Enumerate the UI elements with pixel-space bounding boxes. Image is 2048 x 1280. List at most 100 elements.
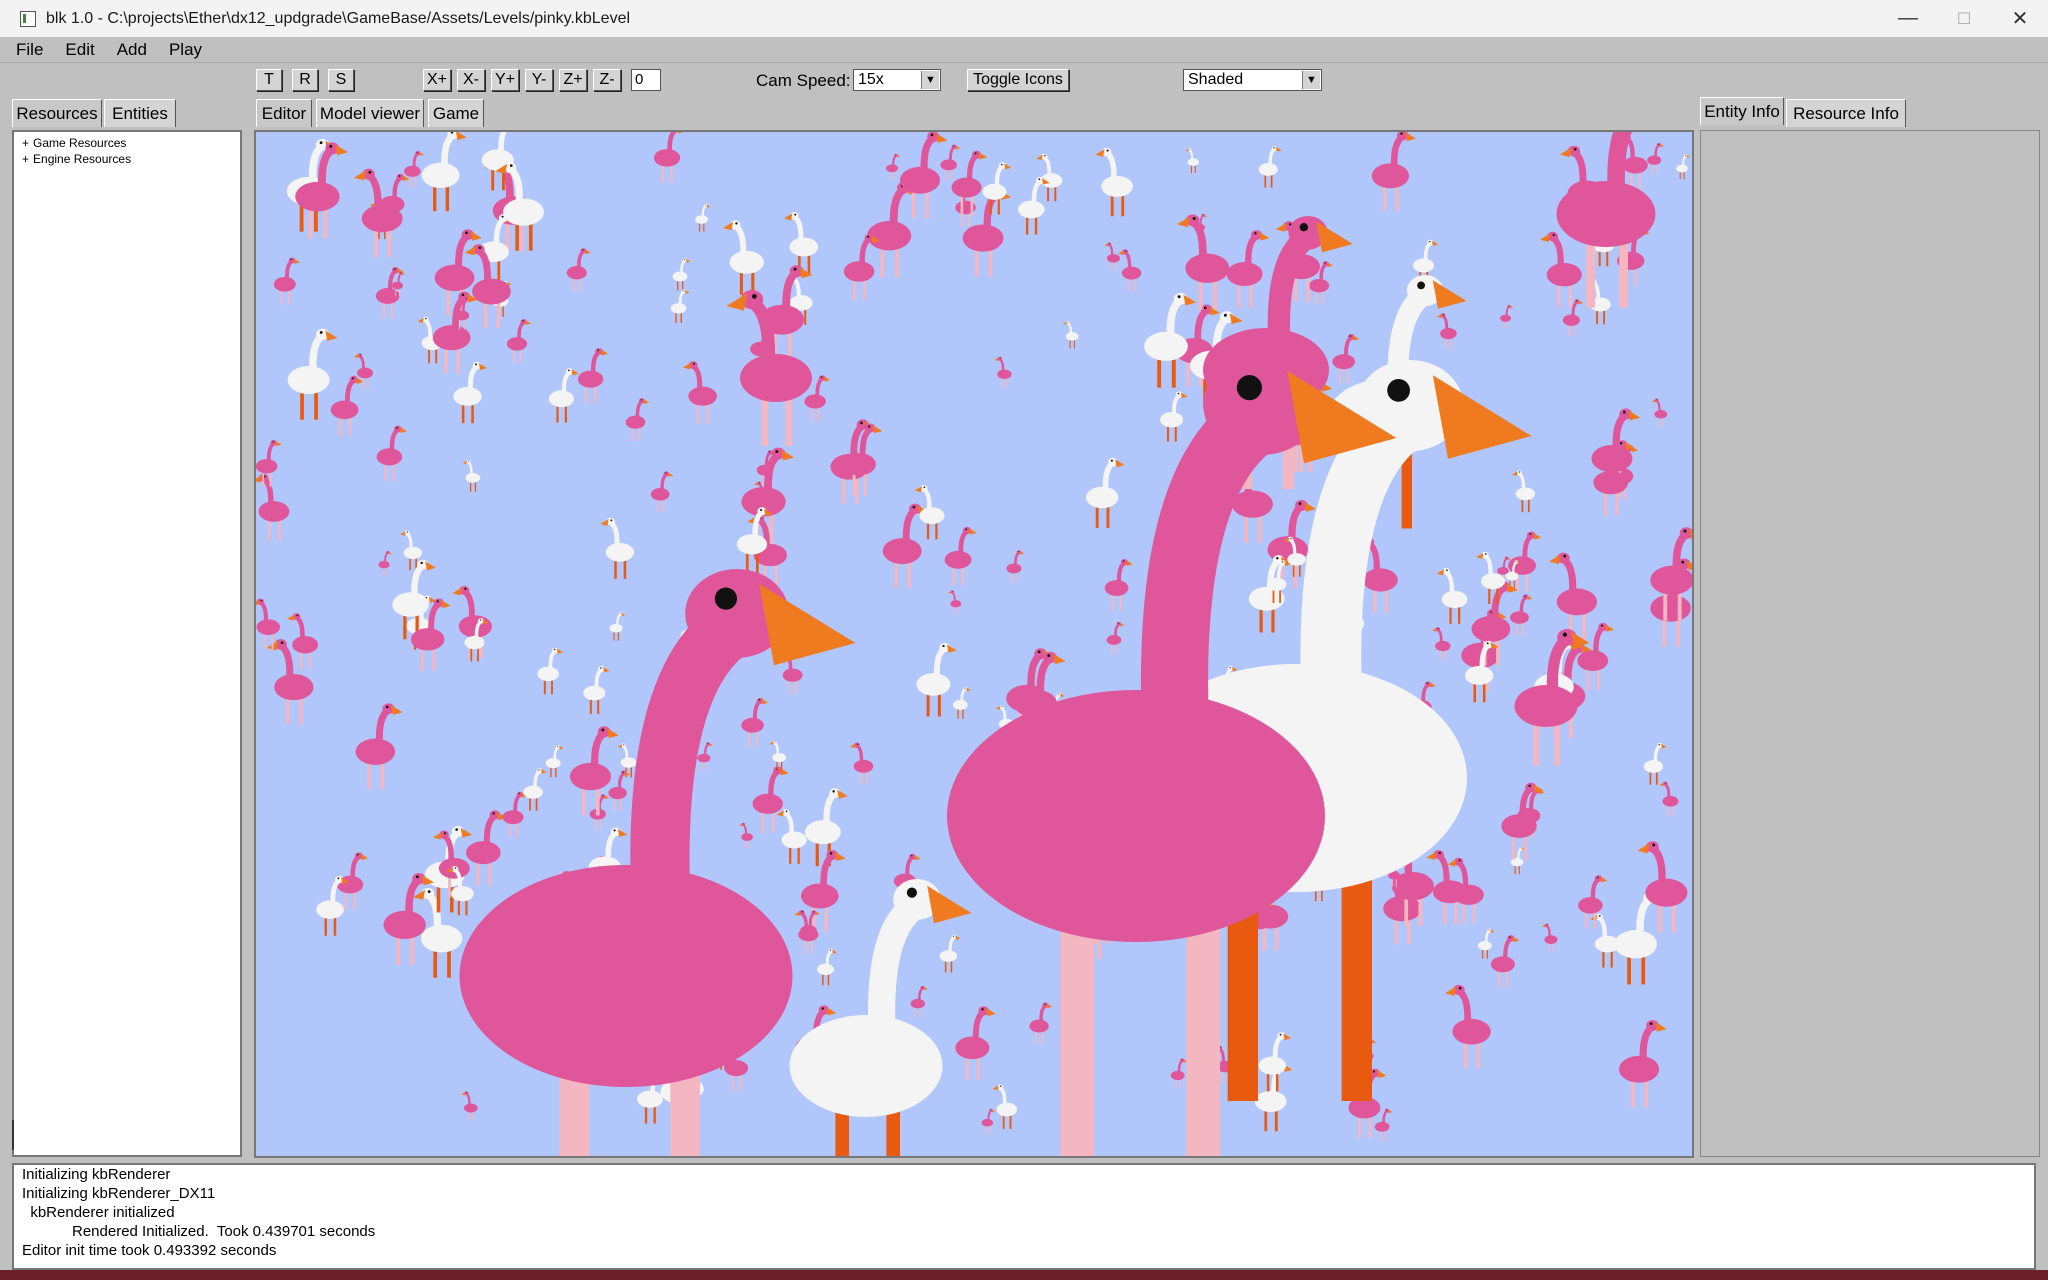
tab-entities[interactable]: Entities: [104, 99, 176, 127]
flamingo-model: [842, 423, 883, 496]
title-bar: blk 1.0 - C:\projects\Ether\dx12_updgrad…: [0, 0, 2048, 38]
tab-model-viewer[interactable]: Model viewer: [316, 99, 424, 127]
flamingo-model: [1541, 923, 1558, 953]
flamingo-model: [404, 150, 424, 188]
tree-item-game-resources[interactable]: + Game Resources: [14, 135, 240, 151]
goose-model: [1086, 457, 1125, 528]
goose-model: [784, 212, 819, 274]
flamingo-model: [1637, 841, 1688, 933]
scale-button[interactable]: S: [328, 69, 354, 91]
z-minus-button[interactable]: Z-: [593, 69, 621, 91]
flamingo-model: [378, 550, 392, 576]
axis-value-input[interactable]: 0: [631, 69, 661, 91]
goose-model: [537, 647, 564, 695]
tab-game[interactable]: Game: [428, 99, 484, 127]
maximize-button[interactable]: ☐: [1936, 0, 1992, 37]
chevron-down-icon: ▼: [1302, 71, 1320, 89]
tab-resource-info[interactable]: Resource Info: [1786, 99, 1906, 127]
goose-model: [1512, 470, 1536, 513]
flamingo-model: [432, 291, 478, 374]
goose-model: [992, 1084, 1018, 1129]
z-plus-button[interactable]: Z+: [559, 69, 587, 91]
flamingo-model: [981, 1108, 996, 1134]
goose-model: [287, 328, 338, 420]
x-plus-button[interactable]: X+: [423, 69, 451, 91]
expand-icon[interactable]: +: [22, 152, 29, 166]
flamingo-model: [867, 181, 920, 278]
flamingo-model: [577, 348, 609, 404]
flamingo-model: [1647, 142, 1664, 174]
toggle-icons-button[interactable]: Toggle Icons: [967, 69, 1069, 91]
rotate-button[interactable]: R: [292, 69, 318, 91]
goose-model: [617, 743, 637, 778]
flamingo-model: [1510, 594, 1533, 636]
goose-model: [583, 666, 610, 714]
goose-model: [600, 517, 635, 579]
goose-model: [421, 132, 467, 212]
entity-info-panel: [1700, 130, 2040, 1157]
flamingo-model: [608, 770, 631, 811]
goose-model: [1676, 154, 1690, 180]
goose-model: [1643, 742, 1667, 785]
toolbar: T R S X+ X- Y+ Y- Z+ Z- 0 Cam Speed: 15x…: [0, 63, 2048, 95]
goose-model: [545, 744, 564, 778]
tree-item-label: Game Resources: [33, 136, 127, 150]
menu-edit[interactable]: Edit: [54, 40, 105, 60]
log-line: Editor init time took 0.493392 seconds: [22, 1242, 277, 1259]
tab-editor[interactable]: Editor: [256, 99, 312, 127]
goose-model: [1185, 148, 1199, 173]
flamingo-model: [1445, 984, 1491, 1068]
goose-model: [916, 642, 957, 717]
goose-model: [1258, 145, 1282, 188]
cam-speed-select[interactable]: 15x ▼: [853, 69, 941, 91]
flamingo-model: [1226, 230, 1270, 309]
close-button[interactable]: ✕: [1992, 0, 2048, 37]
goose-model: [804, 788, 848, 867]
goose-model: [670, 289, 690, 324]
menu-play[interactable]: Play: [158, 40, 213, 60]
flamingo-model: [682, 361, 717, 424]
tree-item-engine-resources[interactable]: + Engine Resources: [14, 151, 240, 167]
goose-model: [776, 809, 807, 864]
flamingo-model: [1432, 627, 1451, 661]
y-plus-button[interactable]: Y+: [491, 69, 519, 91]
splitter-handle[interactable]: [12, 1120, 22, 1150]
y-minus-button[interactable]: Y-: [525, 69, 553, 91]
flamingo-model: [1006, 550, 1025, 583]
taskbar-strip: [0, 1270, 2048, 1280]
flamingo-model: [330, 375, 364, 437]
goose-model: [1160, 391, 1188, 442]
expand-icon[interactable]: +: [22, 136, 29, 150]
flamingo-model: [1029, 1002, 1053, 1045]
tree-item-label: Engine Resources: [33, 152, 132, 166]
menu-add[interactable]: Add: [106, 40, 158, 60]
flamingo-model: [465, 810, 508, 886]
minimize-button[interactable]: —: [1880, 0, 1936, 37]
scene-viewport[interactable]: [254, 130, 1694, 1158]
goose-model: [1477, 928, 1495, 959]
render-mode-select[interactable]: Shaded ▼: [1183, 69, 1322, 91]
flamingo-model: [1118, 249, 1142, 292]
menu-file[interactable]: File: [0, 40, 54, 60]
flamingo-model: [697, 742, 713, 771]
goose-model: [548, 368, 579, 423]
flamingo-model: [994, 356, 1012, 388]
flamingo-model: [566, 248, 591, 292]
tab-resources[interactable]: Resources: [12, 99, 102, 127]
x-minus-button[interactable]: X-: [457, 69, 485, 91]
flamingo-model: [1106, 621, 1125, 654]
flamingo-model: [355, 703, 403, 790]
goose-model: [1248, 555, 1292, 633]
translate-button[interactable]: T: [256, 69, 282, 91]
goose-model: [817, 948, 838, 986]
flamingo-model: [886, 153, 901, 180]
flamingo-model: [1490, 935, 1520, 987]
goose-model: [695, 203, 711, 232]
flamingo-model: [1332, 334, 1360, 384]
flamingo-model: [801, 850, 846, 932]
flamingo-model: [1371, 132, 1417, 211]
flamingo-model: [569, 726, 619, 816]
goose-model: [939, 934, 961, 973]
tab-entity-info[interactable]: Entity Info: [1700, 97, 1784, 125]
menu-bar: File Edit Add Play: [0, 37, 2048, 63]
